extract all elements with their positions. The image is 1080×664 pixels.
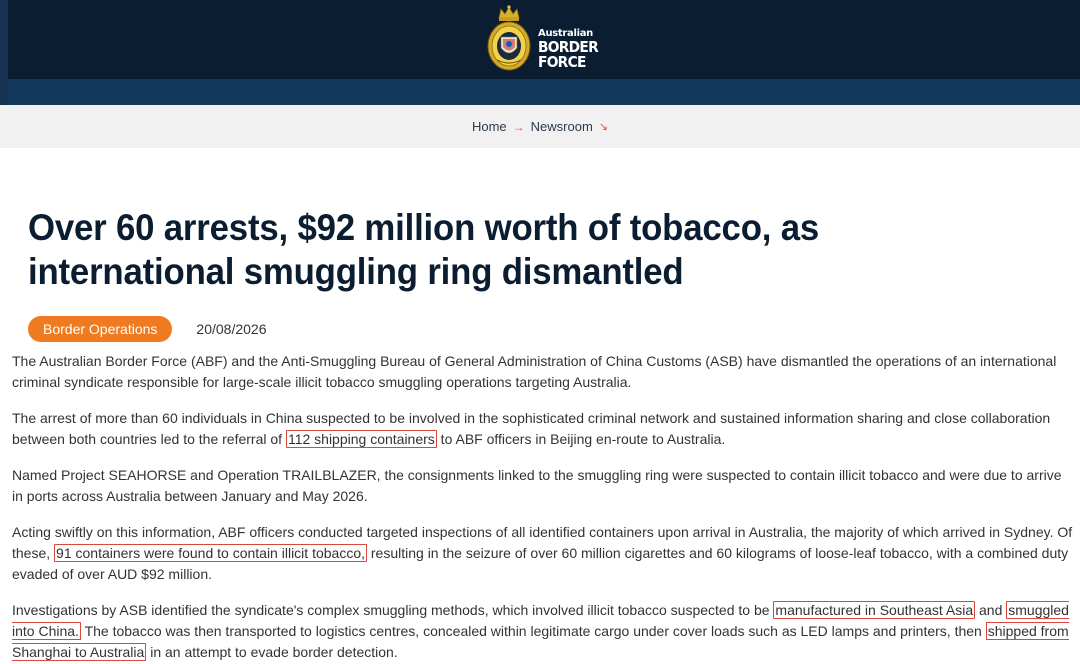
- paragraph-5-text-a: Investigations by ASB identified the syn…: [12, 602, 774, 618]
- header-edge: [0, 0, 8, 105]
- paragraph-3: Named Project SEAHORSE and Operation TRA…: [12, 467, 1062, 504]
- highlight-91-containers: 91 containers were found to contain illi…: [54, 544, 367, 562]
- highlight-manufactured-southeast-asia: manufactured in Southeast Asia: [773, 601, 976, 619]
- paragraph-1: The Australian Border Force (ABF) and th…: [12, 353, 1057, 390]
- site-header: Australian BORDER FORCE: [0, 0, 1080, 105]
- article-title: Over 60 arrests, $92 million worth of to…: [28, 207, 820, 292]
- paragraph-5-text-c: The tobacco was then transported to logi…: [80, 623, 986, 639]
- breadcrumb-home-link[interactable]: Home: [472, 119, 507, 134]
- paragraph-2-text-b: to ABF officers in Beijing en-route to A…: [436, 431, 726, 447]
- paragraph-5-text-d: in an attempt to evade border detection.: [146, 644, 398, 660]
- publish-date: 20/08/2026: [196, 321, 267, 337]
- arrow-down-right-icon: ↘: [598, 121, 609, 133]
- category-tag-button[interactable]: Border Operations: [28, 316, 173, 342]
- breadcrumb-newsroom-link[interactable]: Newsroom: [531, 119, 593, 134]
- header-nav-band: [8, 79, 1080, 105]
- paragraph-5-text-b: and: [975, 602, 1007, 618]
- paragraph-4: Acting swiftly on this information, ABF …: [12, 522, 1074, 585]
- abf-logo[interactable]: Australian BORDER FORCE: [486, 4, 646, 74]
- coat-of-arms-crest-icon: [487, 5, 531, 71]
- highlight-112-containers: 112 shipping containers: [285, 430, 437, 448]
- logo-line-border-force: BORDER FORCE: [538, 38, 599, 71]
- paragraph-5: Investigations by ASB identified the syn…: [12, 600, 1074, 663]
- paragraph-2: The arrest of more than 60 individuals i…: [12, 408, 1074, 450]
- article-meta: Border Operations 20/08/2026: [28, 316, 266, 342]
- breadcrumb: Home → Newsroom ↘: [0, 105, 1080, 148]
- logo-wordmark: Australian BORDER FORCE: [538, 29, 646, 70]
- article-body: The Australian Border Force (ABF) and th…: [12, 351, 1074, 664]
- arrow-right-icon: →: [512, 119, 525, 134]
